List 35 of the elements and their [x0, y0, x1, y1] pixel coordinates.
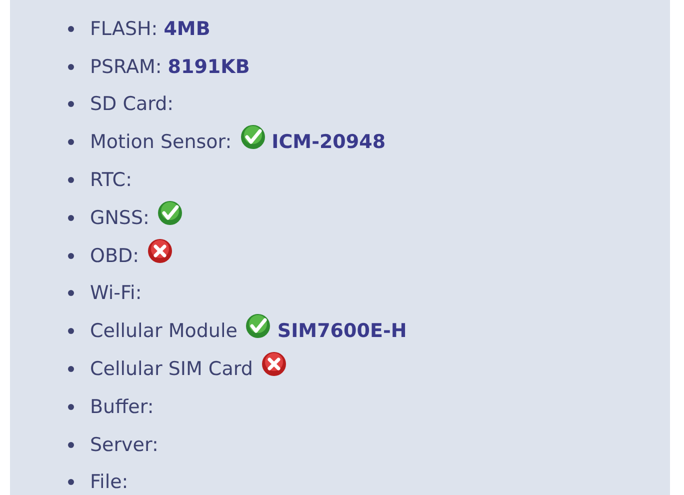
item-label: OBD:: [90, 244, 140, 267]
bullet: [68, 404, 74, 410]
bullet: [68, 252, 74, 259]
item-label: File:: [90, 471, 128, 494]
item-label: Motion Sensor:: [90, 131, 232, 154]
check-icon: [157, 200, 184, 226]
item-label: Cellular SIM Card: [90, 358, 253, 380]
item-label: Wi-Fi:: [90, 282, 142, 304]
item-value: 8191KB: [168, 56, 250, 78]
bullet: [68, 214, 74, 221]
bullet: [68, 290, 74, 296]
item-value: SIM7600E-H: [277, 320, 407, 342]
bullet: [68, 442, 74, 448]
item-label: RTC:: [90, 169, 132, 192]
bullet: [68, 26, 74, 32]
item-label: Buffer:: [90, 396, 154, 418]
error-icon: [260, 351, 287, 378]
item-label: Server:: [90, 434, 158, 456]
item-label: FLASH:: [90, 18, 158, 40]
error-icon: [147, 238, 174, 264]
check-icon: [245, 313, 272, 340]
bullet: [68, 177, 74, 184]
bullet: [68, 366, 74, 372]
item-label: GNSS:: [90, 206, 150, 229]
bullet: [68, 64, 74, 70]
check-icon: [240, 124, 266, 150]
item-value: ICM-20948: [272, 131, 386, 154]
item-label: Cellular Module: [90, 320, 238, 342]
bullet: [68, 139, 74, 146]
bullet: [68, 479, 74, 486]
item-label: PSRAM:: [90, 56, 162, 78]
bullet: [68, 101, 74, 108]
bullet: [68, 328, 74, 334]
item-value: 4MB: [164, 18, 210, 40]
item-label: SD Card:: [90, 93, 174, 116]
